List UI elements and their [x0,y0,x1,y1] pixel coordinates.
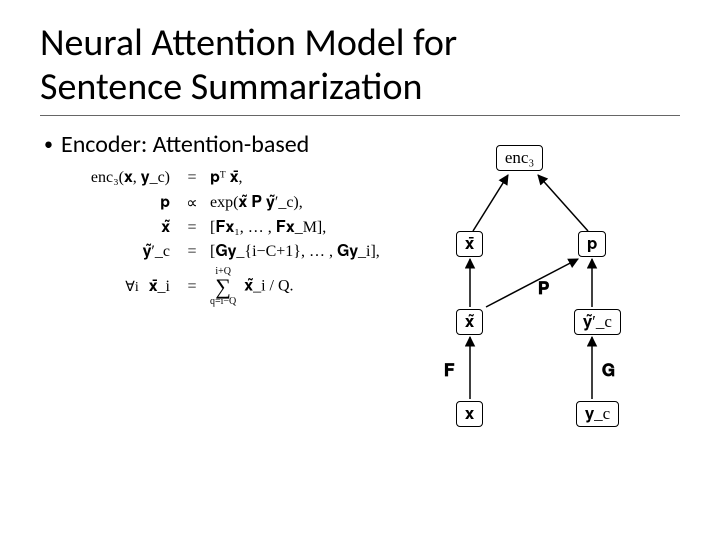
computation-graph: enc₃ 𝐱̄ 𝐩 𝐱̃ 𝐲̃′_c 𝐱 𝐲_c 𝐏 𝐅 𝐆 [410,139,640,449]
edge-label-P: 𝐏 [538,279,550,299]
equation-row-4: 𝐲̃′_c = [𝐆𝐲_{i−C+1}, … , 𝐆𝐲_i], [70,243,380,261]
eq5-forall: ∀i [125,280,138,295]
sum-lower: q=i−Q [210,297,236,307]
eq3-rhs: [𝐅𝐱₁, … , 𝐅𝐱_M], [204,219,326,237]
node-x: 𝐱 [456,401,483,427]
eq5-tail: 𝐱̃_i / Q. [244,278,293,295]
equation-row-2: 𝐩 ∝ exp(𝐱̃ 𝐏 𝐲̃′_c), [70,193,380,213]
title-underline [40,115,680,116]
equations-block: enc₃(𝐱, 𝐲_c) = 𝐩ᵀ 𝐱̄, 𝐩 ∝ exp(𝐱̃ 𝐏 𝐲̃′_c… [70,169,380,313]
node-xtilde: 𝐱̃ [456,309,483,335]
eq2-op: ∝ [180,193,204,213]
bullet-dot-icon: • [44,135,53,153]
eq4-op: = [180,243,204,261]
eq5-op: = [180,278,204,296]
node-p: 𝐩 [578,231,607,257]
equation-row-3: 𝐱̃ = [𝐅𝐱₁, … , 𝐅𝐱_M], [70,219,380,237]
eq3-op: = [180,219,204,237]
eq5-lhs-var: 𝐱̄_i [149,278,170,295]
content-area: enc₃(𝐱, 𝐲_c) = 𝐩ᵀ 𝐱̄, 𝐩 ∝ exp(𝐱̃ 𝐏 𝐲̃′_c… [70,169,680,449]
edge-label-G: 𝐆 [602,361,615,381]
eq1-op: = [180,169,204,187]
node-yc: 𝐲_c [576,401,619,427]
node-xbar: 𝐱̄ [456,231,483,257]
eq1-rhs: 𝐩ᵀ 𝐱̄, [204,169,243,187]
node-enc3: enc₃ [496,145,544,171]
equation-row-5: ∀i 𝐱̄_i = i+Q ∑ q=i−Q 𝐱̃_i / Q. [70,267,380,307]
edge-label-F: 𝐅 [444,361,455,381]
eq2-rhs: exp(𝐱̃ 𝐏 𝐲̃′_c), [204,194,303,212]
eq3-lhs: 𝐱̃ [70,219,180,237]
eq5-rhs: i+Q ∑ q=i−Q 𝐱̃_i / Q. [204,267,294,307]
title-line-1: Neural Attention Model for [40,20,457,66]
eq1-lhs: enc₃(𝐱, 𝐲_c) [70,169,180,187]
bullet-text: Encoder: Attention-based [61,130,309,159]
equation-row-1: enc₃(𝐱, 𝐲_c) = 𝐩ᵀ 𝐱̄, [70,169,380,187]
eq4-lhs: 𝐲̃′_c [70,243,180,261]
node-ytilde: 𝐲̃′_c [574,309,621,335]
page-title: Neural Attention Model for Sentence Summ… [40,22,680,109]
sigma-icon: ∑ [215,277,231,297]
title-line-2: Sentence Summarization [40,64,422,110]
sum-icon: i+Q ∑ q=i−Q [210,267,236,307]
eq4-rhs: [𝐆𝐲_{i−C+1}, … , 𝐆𝐲_i], [204,243,380,261]
eq5-lhs: ∀i 𝐱̄_i [70,278,180,296]
eq2-lhs: 𝐩 [70,194,180,212]
